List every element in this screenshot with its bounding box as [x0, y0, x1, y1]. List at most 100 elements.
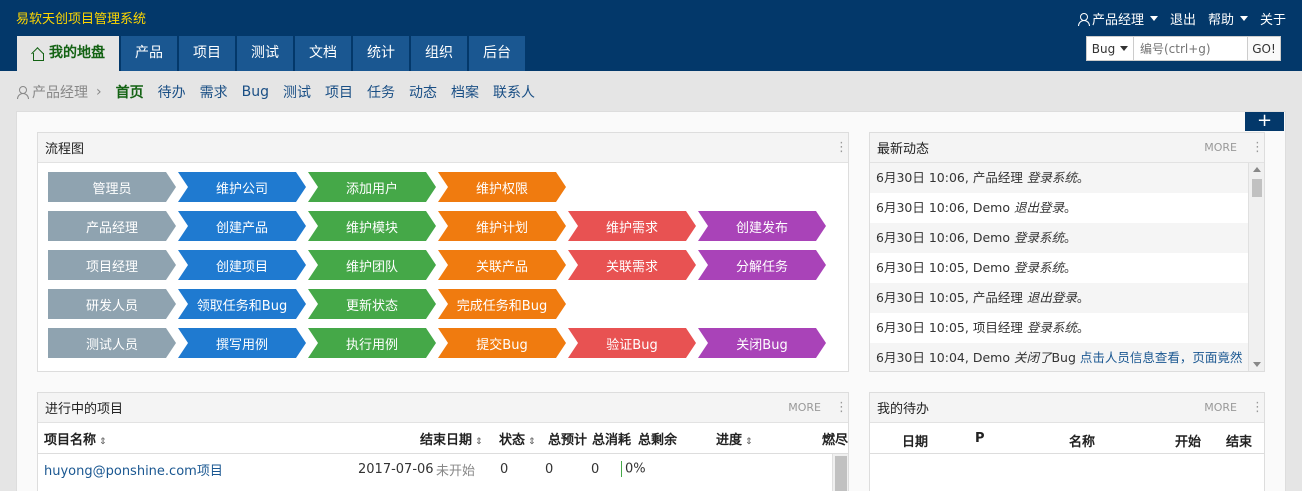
subnav-profile[interactable]: 档案: [451, 82, 479, 102]
flow-step[interactable]: 执行用例: [308, 328, 436, 358]
flow-step[interactable]: 创建发布: [698, 211, 826, 241]
flow-step[interactable]: 验证Bug: [568, 328, 696, 358]
go-button[interactable]: GO!: [1247, 37, 1280, 60]
user-icon: [1077, 12, 1090, 26]
flow-step[interactable]: 维护模块: [308, 211, 436, 241]
flow-role: 研发人员: [48, 289, 176, 319]
more-options-icon[interactable]: ⋮: [835, 400, 848, 415]
panel-title: 进行中的项目: [45, 402, 124, 417]
flow-step[interactable]: 创建项目: [178, 250, 306, 280]
scrollbar[interactable]: [832, 454, 848, 491]
tab-doc[interactable]: 文档: [295, 36, 351, 71]
list-item: 6月30日 10:06, 产品经理 登录系统。: [870, 163, 1264, 193]
panel-header: 进行中的项目 MORE ⋮: [38, 393, 848, 423]
flow-step[interactable]: 维护团队: [308, 250, 436, 280]
flow-step[interactable]: 领取任务和Bug: [178, 289, 306, 319]
flow-step[interactable]: 创建产品: [178, 211, 306, 241]
list-item: 6月30日 10:05, Demo 登录系统。: [870, 253, 1264, 283]
add-block-button[interactable]: +: [1245, 112, 1284, 131]
flow-step[interactable]: 分解任务: [698, 250, 826, 280]
tab-project[interactable]: 项目: [179, 36, 235, 71]
top-header: 易软天创项目管理系统 产品经理 退出 帮助 关于 我的地盘 产品 项目 测试 文…: [0, 0, 1302, 71]
flow-row: 项目经理 创建项目 维护团队 关联产品 关联需求 分解任务: [48, 250, 848, 280]
tab-admin[interactable]: 后台: [469, 36, 525, 71]
flow-row: 测试人员 撰写用例 执行用例 提交Bug 验证Bug 关闭Bug: [48, 328, 848, 358]
dynamic-end: 。: [1063, 200, 1077, 215]
dynamic-user: Demo: [972, 260, 1010, 275]
subnav-project[interactable]: 项目: [325, 82, 353, 102]
dynamic-time: 6月30日 10:06,: [876, 170, 969, 185]
col-progress[interactable]: 进度 ⇕: [716, 429, 753, 448]
more-link[interactable]: MORE: [788, 401, 821, 414]
col-name[interactable]: 项目名称 ⇕: [44, 429, 107, 448]
flow-step[interactable]: 更新状态: [308, 289, 436, 319]
search-box: Bug GO!: [1086, 36, 1281, 61]
search-input[interactable]: [1134, 37, 1247, 60]
tab-test[interactable]: 测试: [237, 36, 293, 71]
more-options-icon[interactable]: ⋮: [1251, 400, 1264, 415]
subnav-testtask[interactable]: 测试: [283, 82, 311, 102]
flow-step[interactable]: 撰写用例: [178, 328, 306, 358]
subnav-bug[interactable]: Bug: [242, 84, 269, 100]
dynamic-object[interactable]: 点击人员信息查看，页面竟然: [1080, 350, 1243, 365]
chevron-down-icon: [1149, 16, 1158, 21]
subnav-home[interactable]: 首页: [116, 82, 144, 102]
scrollbar[interactable]: [1248, 163, 1264, 371]
dynamic-action: 登录系统: [1013, 260, 1064, 275]
help-label: 帮助: [1207, 13, 1234, 28]
subnav-story[interactable]: 需求: [200, 82, 228, 102]
tab-report[interactable]: 统计: [353, 36, 409, 71]
more-options-icon[interactable]: ⋮: [835, 140, 848, 155]
home-icon: [31, 48, 44, 61]
flow-step[interactable]: 完成任务和Bug: [438, 289, 566, 319]
tab-label: 我的地盘: [49, 45, 105, 61]
subnav-dynamic[interactable]: 动态: [409, 82, 437, 102]
logout-link[interactable]: 退出: [1170, 9, 1196, 28]
dynamic-action: 退出登录: [1026, 290, 1077, 305]
col-end[interactable]: 结束日期 ⇕: [420, 429, 483, 448]
subnav-todo[interactable]: 待办: [158, 82, 186, 102]
more-link[interactable]: MORE: [1204, 141, 1237, 154]
user-name: 产品经理: [1091, 13, 1144, 28]
chevron-down-icon: [1120, 46, 1129, 51]
list-item: 6月30日 10:05, 产品经理 退出登录。: [870, 283, 1264, 313]
flow-row: 研发人员 领取任务和Bug 更新状态 完成任务和Bug: [48, 289, 848, 319]
brand-title[interactable]: 易软天创项目管理系统: [16, 8, 146, 27]
dynamic-time: 6月30日 10:05,: [876, 260, 969, 275]
more-options-icon[interactable]: ⋮: [1251, 140, 1264, 155]
scroll-up-icon[interactable]: [1253, 167, 1261, 172]
flow-step[interactable]: 维护计划: [438, 211, 566, 241]
tab-product[interactable]: 产品: [121, 36, 177, 71]
flow-step[interactable]: 关联产品: [438, 250, 566, 280]
flow-step[interactable]: 添加用户: [308, 172, 436, 202]
flow-step[interactable]: 关闭Bug: [698, 328, 826, 358]
flow-step[interactable]: 维护公司: [178, 172, 306, 202]
scroll-down-icon[interactable]: [1253, 362, 1261, 367]
flow-role: 测试人员: [48, 328, 176, 358]
panel-title: 我的待办: [877, 402, 930, 417]
col-status[interactable]: 状态 ⇕: [499, 429, 536, 448]
scroll-thumb[interactable]: [1252, 179, 1262, 197]
tab-company[interactable]: 组织: [411, 36, 467, 71]
more-link[interactable]: MORE: [1204, 401, 1237, 414]
help-menu[interactable]: 帮助: [1208, 9, 1248, 28]
flow-step[interactable]: 提交Bug: [438, 328, 566, 358]
flow-step[interactable]: 维护需求: [568, 211, 696, 241]
flow-step[interactable]: 关联需求: [568, 250, 696, 280]
user-menu[interactable]: 产品经理: [1077, 9, 1158, 28]
panel-title: 最新动态: [877, 142, 930, 157]
dynamic-user: Demo: [972, 350, 1010, 365]
user-icon: [17, 86, 29, 99]
subnav-contacts[interactable]: 联系人: [493, 82, 535, 102]
project-name-link[interactable]: huyong@ponshine.com项目: [44, 460, 223, 479]
col-date: 日期: [902, 435, 929, 450]
subnav-task[interactable]: 任务: [367, 82, 395, 102]
dynamic-end: 。: [1076, 290, 1090, 305]
breadcrumb[interactable]: 产品经理: [17, 82, 88, 102]
scroll-thumb[interactable]: [835, 456, 847, 491]
tab-my[interactable]: 我的地盘: [17, 36, 119, 71]
search-type-select[interactable]: Bug: [1087, 37, 1134, 60]
about-link[interactable]: 关于: [1260, 9, 1286, 28]
sort-icon: ⇕: [99, 436, 107, 447]
flow-step[interactable]: 维护权限: [438, 172, 566, 202]
